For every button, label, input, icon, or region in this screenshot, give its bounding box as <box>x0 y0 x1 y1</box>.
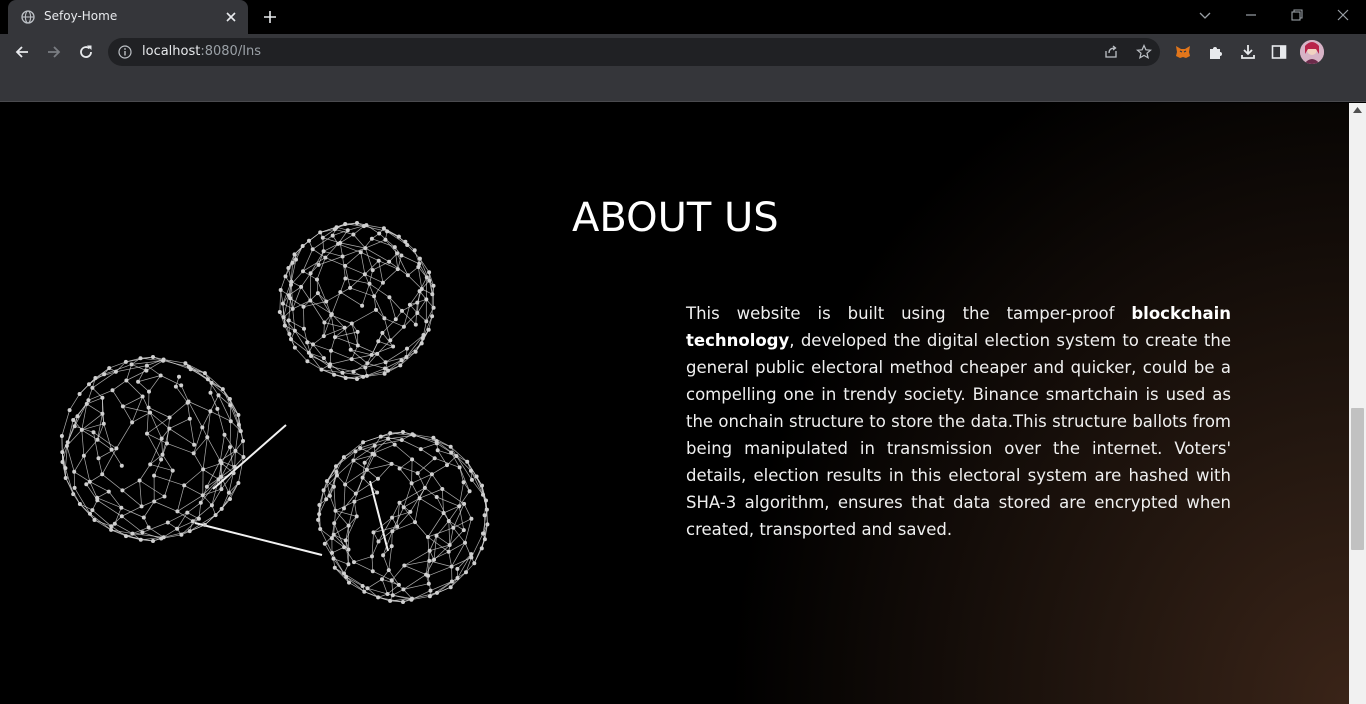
restore-icon[interactable] <box>1290 8 1304 22</box>
url-path: :8080/Ins <box>200 44 262 59</box>
network-sphere <box>59 355 246 543</box>
side-panel-icon[interactable] <box>1270 43 1288 61</box>
extensions-icon[interactable] <box>1207 43 1225 61</box>
tab-strip: Sefoy-Home <box>0 0 1366 34</box>
connector-lines <box>194 424 389 556</box>
about-text-part1: This website is built using the tamper-p… <box>686 304 1132 323</box>
globe-icon <box>21 10 35 24</box>
plus-icon[interactable] <box>262 9 278 25</box>
network-sphere <box>277 221 436 381</box>
url-text: localhost:8080/Ins <box>142 44 261 59</box>
star-icon[interactable] <box>1136 44 1152 60</box>
avatar[interactable] <box>1300 40 1324 64</box>
minimize-icon[interactable] <box>1244 8 1258 22</box>
url-host: localhost <box>142 44 201 59</box>
scroll-up-arrow[interactable] <box>1353 107 1362 113</box>
download-icon[interactable] <box>1239 43 1257 61</box>
page-viewport: ABOUT US This website is built using the… <box>0 103 1349 704</box>
forward-icon[interactable] <box>45 43 63 61</box>
info-icon[interactable] <box>118 45 132 59</box>
about-description: This website is built using the tamper-p… <box>686 300 1231 543</box>
network-sphere <box>316 430 490 604</box>
browser-toolbar: localhost:8080/Ins <box>0 34 1366 70</box>
share-icon[interactable] <box>1103 44 1119 60</box>
metamask-icon[interactable] <box>1174 43 1192 61</box>
tab-title: Sefoy-Home <box>44 9 118 23</box>
about-text-part2: , developed the digital election system … <box>686 331 1231 539</box>
reload-icon[interactable] <box>77 43 95 61</box>
vertical-scrollbar[interactable] <box>1349 103 1366 704</box>
about-us-heading: ABOUT US <box>572 195 779 241</box>
tab-sefoy-home[interactable]: Sefoy-Home <box>8 0 248 34</box>
address-bar[interactable]: localhost:8080/Ins <box>108 38 1160 66</box>
blockchain-network-illustration <box>59 221 490 604</box>
chevron-down-icon[interactable] <box>1198 8 1212 22</box>
close-icon[interactable] <box>224 10 238 24</box>
scrollbar-thumb[interactable] <box>1351 408 1364 550</box>
profile-picture <box>1300 40 1324 64</box>
window-close-icon[interactable] <box>1336 8 1350 22</box>
toolbar-divider-area <box>0 70 1366 102</box>
back-icon[interactable] <box>13 43 31 61</box>
